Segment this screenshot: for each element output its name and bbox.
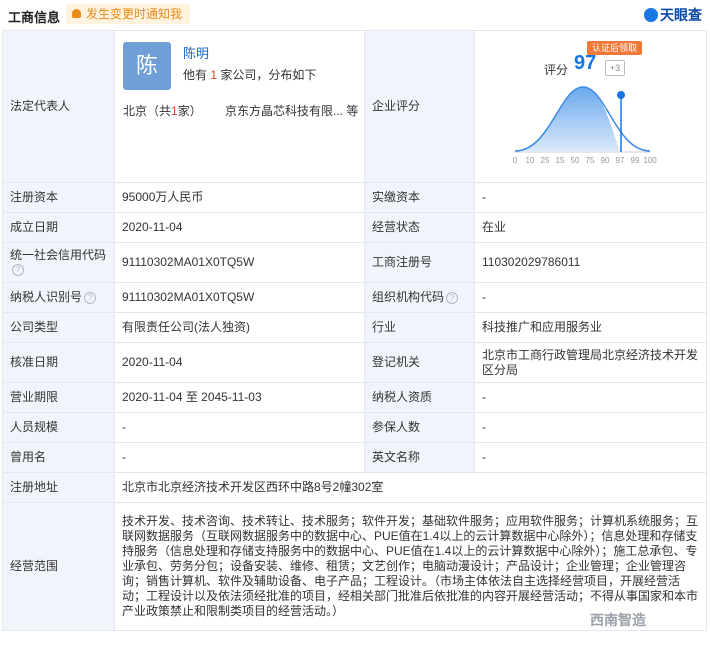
field-value: 91110302MA01X0TQ5W: [114, 282, 365, 313]
field-value: -: [474, 282, 707, 313]
field-value: -: [474, 412, 707, 443]
info-row: 统一社会信用代码? 91110302MA01X0TQ5W 工商注册号 11030202…: [2, 242, 707, 283]
chart-tick-label: 0: [513, 156, 518, 165]
info-row: 人员规模 - 参保人数 -: [2, 412, 707, 443]
chart-tick-label: 15: [556, 156, 565, 165]
scope-label: 经营范围: [2, 502, 115, 631]
help-icon[interactable]: ?: [84, 291, 97, 304]
field-label: 参保人数: [364, 412, 475, 443]
field-label: 成立日期: [2, 212, 115, 243]
info-row: 成立日期 2020-11-04 经营状态 在业: [2, 212, 707, 243]
field-value: -: [474, 442, 707, 473]
chart-tick-label: 99: [631, 156, 640, 165]
watermark: 西南智造: [590, 612, 646, 628]
tianyancha-logo-icon: [644, 8, 658, 22]
field-value: 科技推广和应用服务业: [474, 312, 707, 343]
field-value: -: [114, 412, 365, 443]
section-title: 工商信息: [8, 10, 61, 25]
field-label: 英文名称: [364, 442, 475, 473]
field-label: 人员规模: [2, 412, 115, 443]
field-value: 有限责任公司(法人独资): [114, 312, 365, 343]
score-marker-pin: [617, 90, 625, 99]
help-icon[interactable]: ?: [12, 264, 24, 277]
field-label: 工商注册号: [364, 242, 475, 283]
help-icon[interactable]: ?: [446, 291, 459, 304]
field-value: 在业: [474, 212, 707, 243]
score-distribution-chart: 0 10 25 15 50 75 90 97 99 100: [513, 85, 657, 165]
address-value: 北京市北京经济技术开发区西环中路8号2幢302室: [114, 472, 707, 503]
chart-tick-label: 75: [586, 156, 595, 165]
brand-logo[interactable]: 天眼查: [644, 5, 702, 25]
address-label: 注册地址: [2, 472, 115, 503]
address-row: 注册地址 北京市北京经济技术开发区西环中路8号2幢302室: [2, 472, 707, 503]
field-value: 91110302MA01X0TQ5W: [114, 242, 365, 283]
notify-button[interactable]: 发生变更时通知我: [66, 4, 191, 24]
field-value: -: [474, 182, 707, 213]
brand-text: 天眼查: [660, 7, 702, 23]
field-value: 110302029786011: [474, 242, 707, 283]
field-label: 纳税人资质: [364, 382, 475, 413]
field-value: 北京市工商行政管理局北京经济技术开发区分局: [474, 342, 707, 383]
legal-rep-row: 法定代表人 陈 陈明 他有 1 家公司，分布如下 北京（共1家） 京东方晶芯科技…: [2, 30, 707, 183]
notify-label: 发生变更时通知我: [86, 7, 183, 21]
field-label: 行业: [364, 312, 475, 343]
field-label: 登记机关: [364, 342, 475, 383]
field-value: 2020-11-04: [114, 342, 365, 383]
field-label: 注册资本: [2, 182, 115, 213]
field-label: 核准日期: [2, 342, 115, 383]
info-row: 公司类型 有限责任公司(法人独资) 行业 科技推广和应用服务业: [2, 312, 707, 343]
field-value: 95000万人民币: [114, 182, 365, 213]
info-row: 注册资本 95000万人民币 实缴资本 -: [2, 182, 707, 213]
chart-tick-label: 100: [643, 156, 657, 165]
field-label: 统一社会信用代码?: [2, 242, 115, 283]
region-count[interactable]: 北京（共1家）: [123, 104, 202, 119]
field-label: 曾用名: [2, 442, 115, 473]
info-row: 曾用名 - 英文名称 -: [2, 442, 707, 473]
field-label: 纳税人识别号?: [2, 282, 115, 313]
info-row: 营业期限 2020-11-04 至 2045-11-03 纳税人资质 -: [2, 382, 707, 413]
field-label: 组织机构代码?: [364, 282, 475, 313]
field-label: 经营状态: [364, 212, 475, 243]
info-row: 纳税人识别号? 91110302MA01X0TQ5W 组织机构代码? -: [2, 282, 707, 313]
company-count: 他有 1 家公司，分布如下: [183, 67, 317, 82]
chart-tick-label: 50: [571, 156, 580, 165]
legal-rep-label: 法定代表人: [2, 30, 115, 183]
chart-tick-label: 25: [541, 156, 550, 165]
chart-tick-label: 90: [601, 156, 610, 165]
bell-icon: [72, 9, 81, 18]
field-label: 营业期限: [2, 382, 115, 413]
avatar[interactable]: 陈: [123, 41, 171, 90]
field-value: -: [474, 382, 707, 413]
field-label: 实缴资本: [364, 182, 475, 213]
business-info-table: 法定代表人 陈 陈明 他有 1 家公司，分布如下 北京（共1家） 京东方晶芯科技…: [2, 30, 707, 631]
chart-tick-label: 10: [526, 156, 535, 165]
score-label: 企业评分: [364, 30, 475, 183]
field-value: 2020-11-04 至 2045-11-03: [114, 382, 365, 413]
legal-rep-name[interactable]: 陈明: [183, 46, 209, 61]
field-value: -: [114, 442, 365, 473]
legal-rep-cell: 陈 陈明 他有 1 家公司，分布如下 北京（共1家） 京东方晶芯科技有限... …: [114, 30, 365, 183]
related-company-link[interactable]: 京东方晶芯科技有限... 等: [225, 104, 358, 119]
chart-tick-label: 97: [616, 156, 625, 165]
info-row: 核准日期 2020-11-04 登记机关 北京市工商行政管理局北京经济技术开发区分局: [2, 342, 707, 383]
top-bar: 工商信息 发生变更时通知我 天眼查: [0, 0, 710, 30]
score-cell: 认证后领取 评分 97 +3 0 10 25 15 50 75 90 97 99 100: [474, 30, 707, 183]
field-value: 2020-11-04: [114, 212, 365, 243]
field-label: 公司类型: [2, 312, 115, 343]
